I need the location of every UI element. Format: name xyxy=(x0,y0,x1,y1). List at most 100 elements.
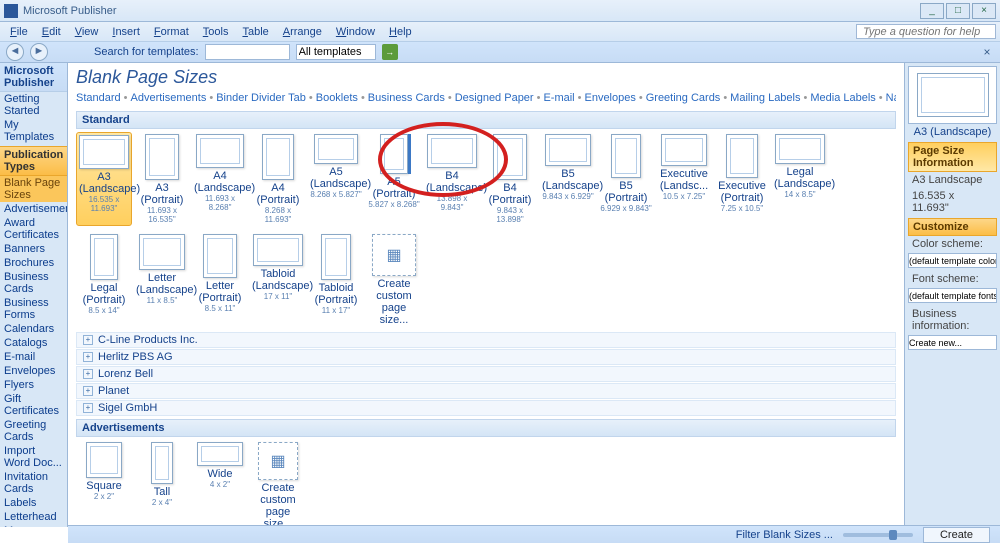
nav-item[interactable]: Banners xyxy=(0,242,67,256)
page-size-thumbnail[interactable]: A3 (Landscape)16.535 x 11.693" xyxy=(76,132,132,226)
nav-item[interactable]: Calendars xyxy=(0,322,67,336)
breadcrumb-item[interactable]: Name Tags xyxy=(886,92,896,104)
nav-item[interactable]: Envelopes xyxy=(0,364,67,378)
page-size-thumbnail[interactable]: ▦Create custom page size... xyxy=(366,232,422,328)
back-button[interactable]: ◄ xyxy=(6,43,24,61)
expand-icon[interactable]: + xyxy=(83,335,93,345)
breadcrumb-item[interactable]: Designed Paper xyxy=(455,92,534,104)
zoom-slider[interactable] xyxy=(843,533,913,537)
menu-format[interactable]: Format xyxy=(148,24,195,40)
brand-collapsed-row[interactable]: + Sigel GmbH xyxy=(76,400,896,416)
nav-item[interactable]: Catalogs xyxy=(0,336,67,350)
menu-view[interactable]: View xyxy=(69,24,105,40)
color-scheme-dropdown[interactable] xyxy=(908,253,997,268)
breadcrumb-item[interactable]: Advertisements xyxy=(131,92,207,104)
breadcrumb-item[interactable]: Mailing Labels xyxy=(730,92,800,104)
font-scheme-dropdown[interactable] xyxy=(908,288,997,303)
nav-item[interactable]: My Templates xyxy=(0,118,67,144)
page-size-thumbnail[interactable]: A4 (Landscape)11.693 x 8.268" xyxy=(192,132,248,226)
nav-item[interactable]: Invitation Cards xyxy=(0,470,67,496)
breadcrumb-item[interactable]: Binder Divider Tab xyxy=(216,92,306,104)
nav-item[interactable]: Award Certificates xyxy=(0,216,67,242)
menu-window[interactable]: Window xyxy=(330,24,381,40)
page-size-thumbnail[interactable]: B5 (Portrait)6.929 x 9.843" xyxy=(598,132,654,226)
expand-icon[interactable]: + xyxy=(83,352,93,362)
breadcrumb-item[interactable]: Greeting Cards xyxy=(646,92,721,104)
search-input[interactable] xyxy=(205,44,290,60)
nav-item[interactable]: Import Word Doc... xyxy=(0,444,67,470)
create-button[interactable]: Create xyxy=(923,527,990,543)
menu-edit[interactable]: Edit xyxy=(36,24,67,40)
business-info-dropdown[interactable] xyxy=(908,335,997,350)
maximize-button[interactable]: □ xyxy=(946,3,970,19)
expand-icon[interactable]: + xyxy=(83,386,93,396)
group-standard-header[interactable]: Standard xyxy=(76,111,896,129)
brand-collapsed-row[interactable]: +C-Line Products Inc. xyxy=(76,332,896,348)
forward-button[interactable]: ► xyxy=(30,43,48,61)
page-size-thumbnail[interactable]: Legal (Landscape)14 x 8.5" xyxy=(772,132,828,226)
menu-help[interactable]: Help xyxy=(383,24,418,40)
thumbnail-dimensions: 8.268 x 11.693" xyxy=(252,206,304,224)
brand-label: Sigel GmbH xyxy=(98,402,157,414)
menu-tools[interactable]: Tools xyxy=(197,24,235,40)
expand-icon[interactable]: + xyxy=(83,403,93,413)
search-go-button[interactable]: → xyxy=(382,44,398,60)
breadcrumb-item[interactable]: Media Labels xyxy=(810,92,875,104)
help-question-box[interactable] xyxy=(856,24,996,39)
brand-collapsed-row[interactable]: +Lorenz Bell xyxy=(76,366,896,382)
page-size-thumbnail[interactable]: ▦Create custom page size... xyxy=(250,440,306,527)
page-size-thumbnail[interactable]: Tabloid (Portrait)11 x 17" xyxy=(308,232,364,328)
brand-collapsed-row[interactable]: +Planet xyxy=(76,383,896,399)
search-scope-dropdown[interactable] xyxy=(296,44,376,60)
page-size-thumbnail[interactable]: Executive (Portrait)7.25 x 10.5" xyxy=(714,132,770,226)
page-size-thumbnail[interactable]: Square2 x 2" xyxy=(76,440,132,527)
nav-item[interactable]: Business Forms xyxy=(0,296,67,322)
nav-item[interactable]: Business Cards xyxy=(0,270,67,296)
gallery-title: Blank Page Sizes xyxy=(76,67,896,88)
nav-item[interactable]: Getting Started xyxy=(0,92,67,118)
thumbnail-dimensions: 2 x 2" xyxy=(78,492,130,501)
nav-item[interactable]: Letterhead xyxy=(0,510,67,524)
nav-item[interactable]: Flyers xyxy=(0,378,67,392)
nav-item[interactable]: Labels xyxy=(0,496,67,510)
close-button[interactable]: × xyxy=(972,3,996,19)
brand-collapsed-row[interactable]: +Herlitz PBS AG xyxy=(76,349,896,365)
page-size-thumbnail[interactable]: Letter (Landscape)11 x 8.5" xyxy=(134,232,190,328)
menu-file[interactable]: File xyxy=(4,24,34,40)
page-size-thumbnail[interactable]: Letter (Portrait)8.5 x 11" xyxy=(192,232,248,328)
nav-item[interactable]: Brochures xyxy=(0,256,67,270)
page-size-thumbnail[interactable]: Legal (Portrait)8.5 x 14" xyxy=(76,232,132,328)
page-size-thumbnail[interactable]: A3 (Portrait)11.693 x 16.535" xyxy=(134,132,190,226)
page-size-thumbnail[interactable]: Tabloid (Landscape)17 x 11" xyxy=(250,232,306,328)
page-size-thumbnail[interactable]: Executive (Landsc...10.5 x 7.25" xyxy=(656,132,712,226)
breadcrumb-item[interactable]: E-mail xyxy=(543,92,574,104)
page-size-thumbnail[interactable]: Wide4 x 2" xyxy=(192,440,248,527)
nav-item[interactable]: Greeting Cards xyxy=(0,418,67,444)
menu-table[interactable]: Table xyxy=(236,24,274,40)
nav-item[interactable]: Gift Certificates xyxy=(0,392,67,418)
menu-insert[interactable]: Insert xyxy=(106,24,146,40)
page-size-thumbnail[interactable]: A5 (Landscape)8.268 x 5.827" xyxy=(308,132,364,226)
breadcrumb-item[interactable]: Envelopes xyxy=(584,92,635,104)
breadcrumb-item[interactable]: Business Cards xyxy=(368,92,445,104)
page-size-thumbnail[interactable]: B4 (Landscape)13.898 x 9.843" xyxy=(424,132,480,226)
panel-close-button[interactable]: × xyxy=(980,45,994,59)
nav-item[interactable]: Menus xyxy=(0,524,67,527)
minimize-button[interactable]: _ xyxy=(920,3,944,19)
nav-item[interactable]: Advertisements xyxy=(0,202,67,216)
zoom-slider-knob[interactable] xyxy=(889,530,897,540)
page-size-thumbnail[interactable]: A4 (Portrait)8.268 x 11.693" xyxy=(250,132,306,226)
filter-link[interactable]: Filter Blank Sizes ... xyxy=(736,529,833,541)
nav-item[interactable]: E-mail xyxy=(0,350,67,364)
breadcrumb-item[interactable]: Standard xyxy=(76,92,121,104)
nav-blank-page-sizes[interactable]: Blank Page Sizes xyxy=(0,176,67,202)
page-size-thumbnail[interactable]: A5 (Portrait)5.827 x 8.268" xyxy=(366,132,422,226)
breadcrumb-item[interactable]: Booklets xyxy=(316,92,358,104)
page-size-thumbnail[interactable]: B5 (Landscape)9.843 x 6.929" xyxy=(540,132,596,226)
page-size-thumbnail[interactable]: Tall2 x 4" xyxy=(134,440,190,527)
expand-icon[interactable]: + xyxy=(83,369,93,379)
group-advertisements-header[interactable]: Advertisements xyxy=(76,419,896,437)
thumbnail-label: Letter (Portrait) xyxy=(194,280,246,304)
page-size-thumbnail[interactable]: B4 (Portrait)9.843 x 13.898" xyxy=(482,132,538,226)
menu-arrange[interactable]: Arrange xyxy=(277,24,328,40)
